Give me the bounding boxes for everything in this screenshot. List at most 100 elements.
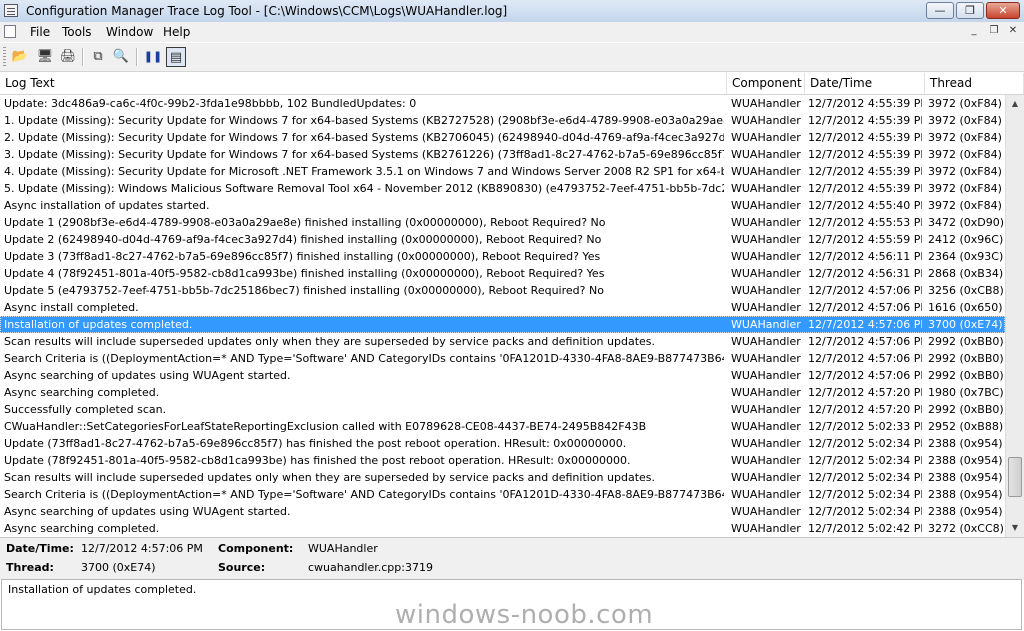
menu-file[interactable]: File — [30, 25, 50, 39]
scroll-thumb[interactable] — [1008, 457, 1022, 497]
component-cell: WUAHandler — [731, 301, 801, 314]
column-header-datetime[interactable]: Date/Time — [805, 73, 925, 94]
component-cell: WUAHandler — [731, 199, 801, 212]
log-text-cell: Async searching completed. — [4, 522, 160, 535]
log-row[interactable]: Update (78f92451-801a-40f5-9582-cb8d1ca9… — [0, 452, 1005, 469]
thread-cell: 2388 (0x954) — [928, 505, 1003, 518]
component-cell: WUAHandler — [731, 250, 801, 263]
log-row-selected[interactable]: Installation of updates completed. WUAHan… — [0, 316, 1005, 333]
log-text-cell: 5. Update (Missing): Windows Malicious S… — [4, 182, 724, 195]
log-row[interactable]: 5. Update (Missing): Windows Malicious S… — [0, 180, 1005, 197]
log-row[interactable]: Async searching of updates using WUAgent… — [0, 503, 1005, 520]
thread-cell: 2992 (0xBB0) — [928, 403, 1004, 416]
log-text-cell: Update 3 (73ff8ad1-8c27-4762-b7a5-69e896… — [4, 250, 601, 263]
close-button[interactable]: ✕ — [986, 2, 1020, 19]
log-row[interactable]: Async searching completed. WUAHandler 12/7… — [0, 384, 1005, 401]
log-row[interactable]: Update 4 (78f92451-801a-40f5-9582-cb8d1c… — [0, 265, 1005, 282]
log-row[interactable]: Search Criteria is ((DeploymentAction=* … — [0, 486, 1005, 503]
log-row[interactable]: Update 2 (62498940-d04d-4769-af9a-f4cec3… — [0, 231, 1005, 248]
pause-icon[interactable]: ❚❚ — [143, 47, 163, 67]
thread-cell: 3972 (0xF84) — [928, 182, 1002, 195]
thread-cell: 1980 (0x7BC) — [928, 386, 1004, 399]
toolbar-grip[interactable] — [3, 47, 6, 67]
toolbar-separator — [136, 48, 138, 66]
log-row[interactable]: Update 5 (e4793752-7eef-4751-bb5b-7dc251… — [0, 282, 1005, 299]
column-header-component[interactable]: Component — [727, 73, 805, 94]
watermark-text: windows-noob.com — [395, 600, 654, 630]
thread-cell: 3972 (0xF84) — [928, 114, 1002, 127]
toolbar: 📂 🖥 🖨 ⧉ 🔍 ❚❚ ▤ — [0, 42, 1024, 72]
datetime-cell: 12/7/2012 5:02:34 PM — [808, 505, 922, 518]
datetime-cell: 12/7/2012 4:55:53 PM — [808, 216, 922, 229]
datetime-cell: 12/7/2012 5:02:34 PM — [808, 488, 922, 501]
log-text-cell: Update 1 (2908bf3e-e6d4-4789-9908-e03a0a… — [4, 216, 606, 229]
component-cell: WUAHandler — [731, 454, 801, 467]
document-icon[interactable] — [4, 25, 16, 38]
minimize-button[interactable]: — — [926, 2, 954, 19]
log-row[interactable]: Update 1 (2908bf3e-e6d4-4789-9908-e03a0a… — [0, 214, 1005, 231]
thread-value: 3700 (0xE74) — [81, 561, 156, 574]
thread-cell: 2992 (0xBB0) — [928, 369, 1004, 382]
log-text-cell: Update (73ff8ad1-8c27-4762-b7a5-69e896cc… — [4, 437, 627, 450]
computer-icon[interactable]: 🖥 — [35, 47, 55, 67]
app-icon — [4, 4, 18, 17]
log-row[interactable]: CWuaHandler::SetCategoriesForLeafStateRe… — [0, 418, 1005, 435]
log-row[interactable]: Async searching completed. WUAHandler 12/7… — [0, 520, 1005, 537]
log-row[interactable]: Successfully completed scan. WUAHandler 12… — [0, 401, 1005, 418]
thread-cell: 2388 (0x954) — [928, 488, 1003, 501]
log-text-cell: 4. Update (Missing): Security Update for… — [4, 165, 724, 178]
log-row[interactable]: Async installation of updates started. WU… — [0, 197, 1005, 214]
thread-cell: 3972 (0xF84) — [928, 199, 1002, 212]
log-row[interactable]: Update: 3dc486a9-ca6c-4f0c-99b2-3fda1e98… — [0, 95, 1005, 112]
log-row[interactable]: 1. Update (Missing): Security Update for… — [0, 112, 1005, 129]
log-view-icon[interactable]: ▤ — [166, 47, 186, 67]
column-header-log-text[interactable]: Log Text — [0, 73, 727, 94]
datetime-cell: 12/7/2012 5:02:34 PM — [808, 471, 922, 484]
log-row[interactable]: Async searching of updates using WUAgent… — [0, 367, 1005, 384]
scroll-down-arrow-icon[interactable]: ▼ — [1007, 519, 1023, 536]
datetime-cell: 12/7/2012 4:55:39 PM — [808, 165, 922, 178]
log-text-cell: Async searching of updates using WUAgent… — [4, 369, 291, 382]
thread-cell: 3972 (0xF84) — [928, 165, 1002, 178]
menu-tools[interactable]: Tools — [62, 25, 92, 39]
thread-cell: 3700 (0xE74) — [928, 318, 1003, 331]
maximize-button[interactable]: ❐ — [956, 2, 984, 19]
print-icon[interactable]: 🖨 — [58, 47, 78, 67]
component-cell: WUAHandler — [731, 97, 801, 110]
log-row[interactable]: 3. Update (Missing): Security Update for… — [0, 146, 1005, 163]
datetime-cell: 12/7/2012 5:02:42 PM — [808, 522, 922, 535]
component-cell: WUAHandler — [731, 403, 801, 416]
datetime-cell: 12/7/2012 4:55:39 PM — [808, 97, 922, 110]
component-cell: WUAHandler — [731, 148, 801, 161]
log-text-cell: Scan results will include superseded upd… — [4, 471, 656, 484]
log-row[interactable]: 4. Update (Missing): Security Update for… — [0, 163, 1005, 180]
scroll-up-arrow-icon[interactable]: ▲ — [1007, 95, 1023, 112]
log-row[interactable]: Update 3 (73ff8ad1-8c27-4762-b7a5-69e896… — [0, 248, 1005, 265]
title-bar: Configuration Manager Trace Log Tool - [… — [0, 0, 1024, 23]
find-icon[interactable]: 🔍 — [111, 47, 131, 67]
datetime-cell: 12/7/2012 4:55:39 PM — [808, 182, 922, 195]
log-text-cell: Async installation of updates started. — [4, 199, 210, 212]
copy-icon[interactable]: ⧉ — [88, 47, 108, 67]
datetime-cell: 12/7/2012 4:57:20 PM — [808, 386, 922, 399]
mdi-close-button[interactable]: ✕ — [1005, 24, 1021, 39]
log-row[interactable]: Async install completed. WUAHandler 12/7/2… — [0, 299, 1005, 316]
thread-cell: 2952 (0xB88) — [928, 420, 1004, 433]
log-row[interactable]: Update (73ff8ad1-8c27-4762-b7a5-69e896cc… — [0, 435, 1005, 452]
open-folder-icon[interactable]: 📂 — [10, 47, 30, 67]
log-row[interactable]: Search Criteria is ((DeploymentAction=* … — [0, 350, 1005, 367]
vertical-scrollbar[interactable]: ▲ ▼ — [1005, 95, 1024, 537]
datetime-cell: 12/7/2012 5:02:33 PM — [808, 420, 922, 433]
log-text-cell: Search Criteria is ((DeploymentAction=* … — [4, 488, 724, 501]
mdi-restore-button[interactable]: ❐ — [986, 24, 1002, 39]
menu-window[interactable]: Window — [106, 25, 153, 39]
log-row[interactable]: 2. Update (Missing): Security Update for… — [0, 129, 1005, 146]
mdi-minimize-button[interactable]: _ — [966, 24, 982, 39]
datetime-cell: 12/7/2012 4:57:06 PM — [808, 352, 922, 365]
window-title: Configuration Manager Trace Log Tool - [… — [26, 4, 508, 18]
log-row[interactable]: Scan results will include superseded upd… — [0, 333, 1005, 350]
menu-help[interactable]: Help — [163, 25, 190, 39]
column-header-thread[interactable]: Thread — [925, 73, 1024, 94]
log-row[interactable]: Scan results will include superseded upd… — [0, 469, 1005, 486]
component-cell: WUAHandler — [731, 437, 801, 450]
